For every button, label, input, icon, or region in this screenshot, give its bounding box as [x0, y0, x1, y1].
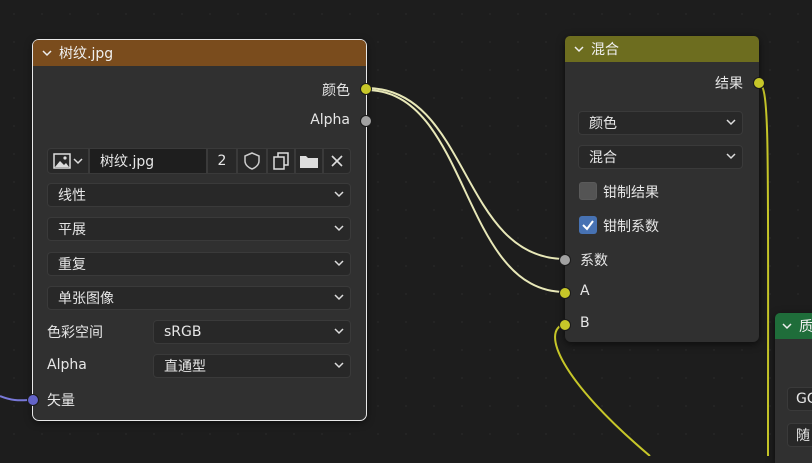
duplicate-icon — [273, 152, 289, 170]
data-type-value: 颜色 — [589, 116, 617, 132]
partial-node[interactable]: 质 GG 随 — [775, 313, 812, 463]
interpolation-dropdown[interactable]: 线性 — [47, 183, 351, 207]
mix-node-header[interactable]: 混合 — [565, 36, 759, 62]
clamp-result-label: 钳制结果 — [603, 185, 659, 201]
alpha-mode-dropdown[interactable]: 直通型 — [153, 354, 351, 378]
image-texture-node[interactable]: 树纹.jpg 颜色 Alpha 树纹.jpg 2 线性 平展 重复 单张图像 色… — [27, 39, 372, 421]
partial-field-1-text: GG — [796, 391, 812, 407]
source-value: 单张图像 — [58, 291, 114, 307]
mix-node[interactable]: 混合 结果 颜色 混合 钳制结果 钳制系数 系数 A B — [559, 36, 765, 342]
chevron-down-icon[interactable] — [573, 43, 585, 55]
duplicate-button[interactable] — [267, 148, 295, 174]
chevron-down-icon — [334, 294, 344, 301]
input-a-label: A — [580, 283, 590, 299]
input-factor-socket[interactable] — [559, 254, 571, 266]
image-node-title: 树纹.jpg — [59, 46, 114, 62]
partial-field-2[interactable]: 随 — [787, 423, 812, 447]
output-color-label: 颜色 — [322, 83, 350, 99]
alpha-mode-value: 直通型 — [164, 359, 206, 375]
input-b-label: B — [580, 315, 590, 331]
partial-node-header[interactable]: 质 — [775, 313, 812, 339]
image-name-text: 树纹.jpg — [100, 154, 155, 170]
input-b-socket[interactable] — [559, 319, 571, 331]
chevron-down-icon — [334, 328, 344, 335]
input-vector-socket[interactable] — [27, 394, 39, 406]
partial-field-1[interactable]: GG — [787, 387, 812, 411]
input-factor-label: 系数 — [580, 253, 608, 269]
extension-dropdown[interactable]: 重复 — [47, 252, 351, 276]
chevron-down-icon — [334, 260, 344, 267]
image-name-field[interactable]: 树纹.jpg — [89, 148, 207, 174]
folder-icon — [300, 156, 318, 168]
projection-value: 平展 — [58, 222, 86, 238]
output-result-socket[interactable] — [753, 77, 765, 89]
fake-user-button[interactable] — [237, 148, 267, 174]
image-icon — [53, 153, 71, 169]
color-space-value: sRGB — [164, 324, 202, 340]
blend-mode-value: 混合 — [589, 150, 617, 166]
chevron-down-icon — [726, 119, 736, 126]
partial-node-title: 质 — [799, 319, 812, 335]
checkmark-icon — [582, 220, 594, 231]
input-a-socket[interactable] — [559, 287, 571, 299]
data-type-dropdown[interactable]: 颜色 — [578, 111, 743, 135]
user-count-badge[interactable]: 2 — [207, 148, 237, 174]
alpha-mode-label: Alpha — [47, 357, 87, 373]
open-file-button[interactable] — [295, 148, 323, 174]
projection-dropdown[interactable]: 平展 — [47, 217, 351, 241]
interpolation-value: 线性 — [58, 188, 86, 204]
unlink-button[interactable] — [323, 148, 351, 174]
chevron-down-icon — [726, 153, 736, 160]
clamp-factor-checkbox[interactable] — [579, 216, 597, 234]
close-icon — [331, 155, 343, 167]
output-color-socket[interactable] — [360, 83, 372, 95]
partial-field-2-text: 随 — [796, 428, 810, 444]
output-alpha-label: Alpha — [310, 112, 350, 128]
blend-mode-dropdown[interactable]: 混合 — [578, 145, 743, 169]
output-alpha-socket[interactable] — [360, 115, 372, 127]
color-space-label: 色彩空间 — [47, 325, 103, 341]
user-count-text: 2 — [217, 153, 227, 169]
color-space-dropdown[interactable]: sRGB — [153, 320, 351, 344]
image-node-header[interactable]: 树纹.jpg — [33, 40, 366, 66]
input-vector-label: 矢量 — [47, 393, 75, 409]
image-selector-bar: 树纹.jpg 2 — [47, 148, 351, 174]
output-result-label: 结果 — [715, 76, 743, 92]
shield-icon — [244, 152, 260, 170]
chevron-down-icon[interactable] — [781, 320, 793, 332]
chevron-down-icon — [334, 362, 344, 369]
chevron-down-icon — [73, 158, 83, 165]
clamp-factor-label: 钳制系数 — [603, 219, 659, 235]
image-browse-button[interactable] — [47, 148, 89, 174]
extension-value: 重复 — [58, 257, 86, 273]
clamp-result-checkbox[interactable] — [579, 182, 597, 200]
chevron-down-icon — [334, 191, 344, 198]
mix-node-title: 混合 — [591, 42, 619, 58]
chevron-down-icon[interactable] — [41, 47, 53, 59]
chevron-down-icon — [334, 225, 344, 232]
source-dropdown[interactable]: 单张图像 — [47, 286, 351, 310]
